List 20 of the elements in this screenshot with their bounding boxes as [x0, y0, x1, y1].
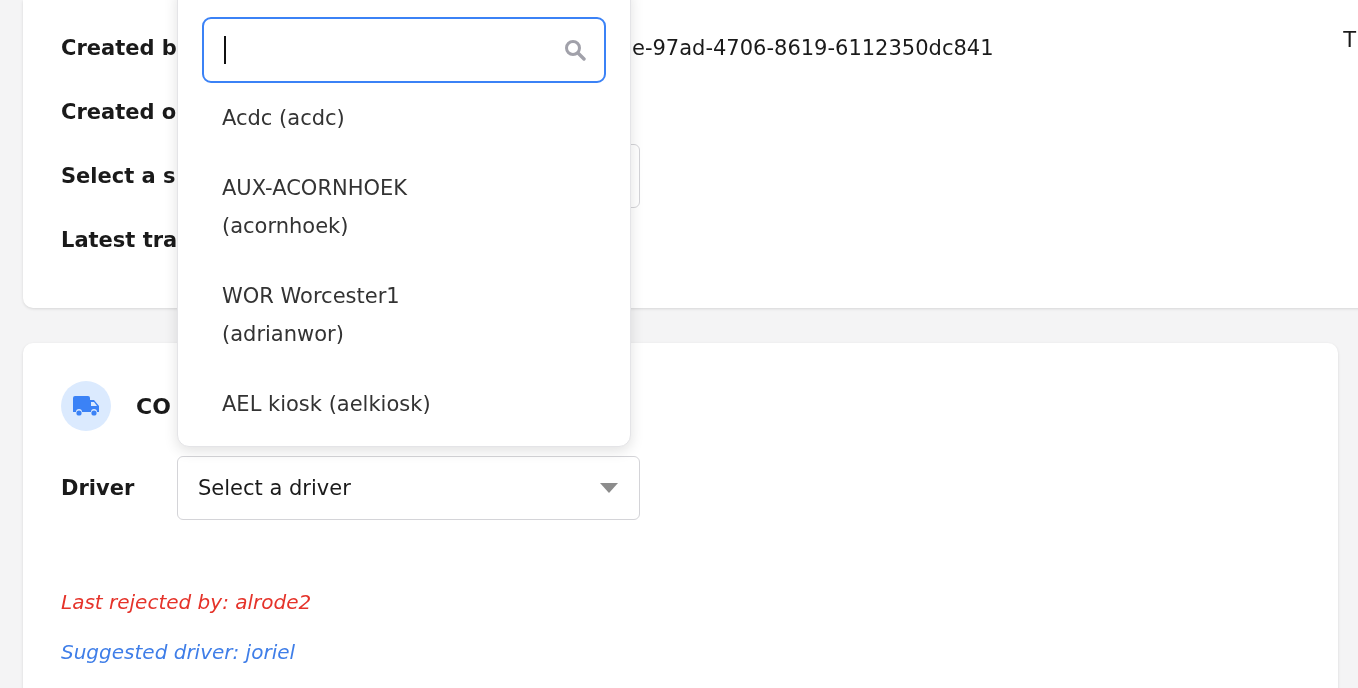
field-label: Latest tra [61, 228, 177, 252]
field-value: e-97ad-4706-8619-6112350dc841 [632, 36, 994, 60]
suggested-note: Suggested driver: joriel [61, 640, 297, 664]
field-label: Created o [61, 100, 177, 124]
rejected-note: Last rejected by: alrode2 [61, 590, 313, 614]
dropdown-option[interactable]: AUX-ACORNHOEK (acornhoek) [202, 153, 512, 261]
text-cursor [224, 36, 226, 64]
dropdown-option[interactable]: Acdc (acdc) [202, 83, 512, 153]
driver-select[interactable]: Select a driver [177, 456, 640, 520]
field-label: Driver [61, 476, 136, 500]
field-label: Created b [61, 36, 177, 60]
field-label: Select a s [61, 164, 177, 188]
section-title: CO [136, 393, 171, 419]
search-field[interactable] [202, 17, 606, 83]
truck-icon [61, 381, 111, 431]
caret-icon [599, 482, 619, 494]
dropdown-option[interactable]: WOR Worcester1 (adrianwor) [202, 261, 512, 369]
search-icon [564, 39, 586, 61]
cut-off-text: T [1343, 28, 1356, 52]
dropdown-option[interactable]: AEL kiosk (aelkiosk) [202, 369, 512, 439]
